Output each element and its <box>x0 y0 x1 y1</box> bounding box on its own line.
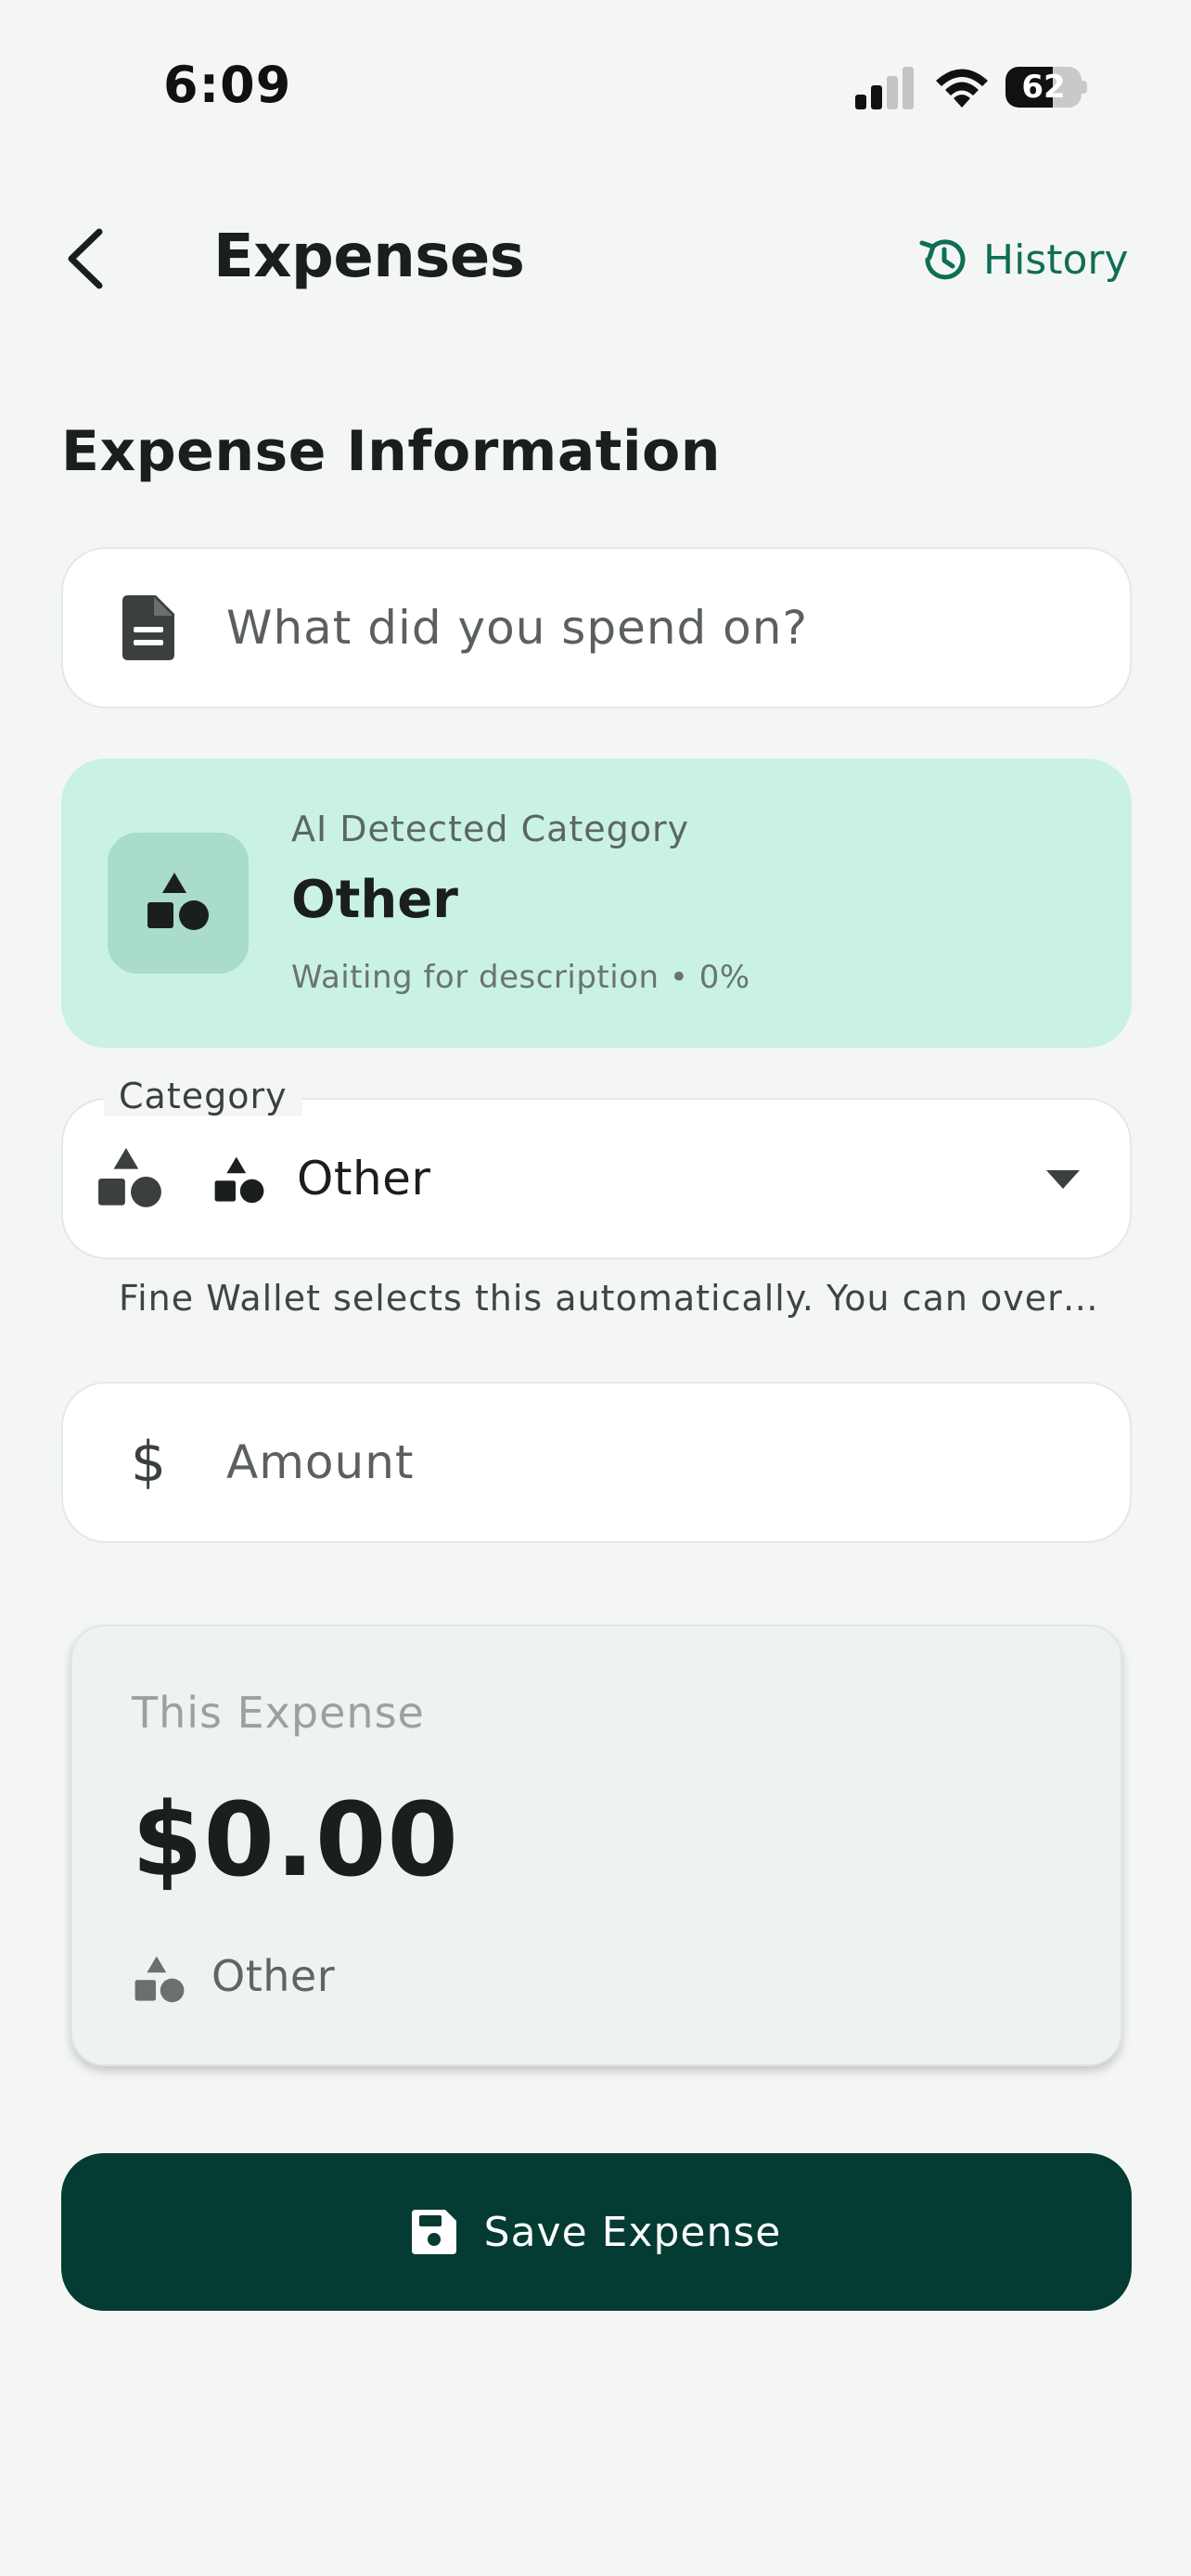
category-selected-value: Other <box>297 1152 431 1205</box>
battery-icon: 62 <box>1005 67 1087 108</box>
ai-detection-status: Waiting for description • 0% <box>291 959 750 996</box>
history-clock-icon <box>919 239 966 280</box>
summary-category: Other <box>211 1951 336 2001</box>
ai-category-icon-box <box>108 833 249 974</box>
category-shapes-icon <box>147 873 209 930</box>
cellular-signal-icon <box>855 67 914 109</box>
section-title: Expense Information <box>61 419 721 484</box>
save-expense-label: Save Expense <box>483 2208 782 2256</box>
summary-label: This Expense <box>132 1688 425 1738</box>
save-floppy-icon <box>411 2210 456 2254</box>
description-input[interactable]: What did you spend on? <box>61 547 1132 708</box>
history-button[interactable]: History <box>918 230 1129 289</box>
wifi-icon <box>936 69 988 108</box>
ai-detected-label: AI Detected Category <box>291 809 690 849</box>
caret-down-icon[interactable] <box>1044 1168 1082 1191</box>
chevron-left-icon <box>68 228 103 289</box>
battery-level: 62 <box>1021 69 1066 106</box>
save-expense-button[interactable]: Save Expense <box>61 2153 1132 2311</box>
category-helper-text: Fine Wallet selects this automatically. … <box>119 1278 1099 1319</box>
amount-placeholder: Amount <box>226 1435 415 1489</box>
history-label: History <box>983 236 1129 284</box>
amount-input[interactable]: $ Amount <box>61 1382 1132 1543</box>
status-time: 6:09 <box>163 56 292 114</box>
category-shapes-icon <box>98 1148 161 1207</box>
dollar-icon: $ <box>130 1430 167 1495</box>
category-label: Category <box>104 1076 302 1116</box>
ai-detected-category: Other <box>291 870 458 930</box>
category-shapes-icon <box>214 1156 264 1204</box>
page-title: Expenses <box>213 223 525 291</box>
description-placeholder: What did you spend on? <box>226 601 808 655</box>
summary-amount: $0.00 <box>132 1780 459 1899</box>
category-shapes-icon <box>134 1956 185 2003</box>
back-button[interactable] <box>52 219 117 299</box>
document-icon <box>122 595 174 660</box>
